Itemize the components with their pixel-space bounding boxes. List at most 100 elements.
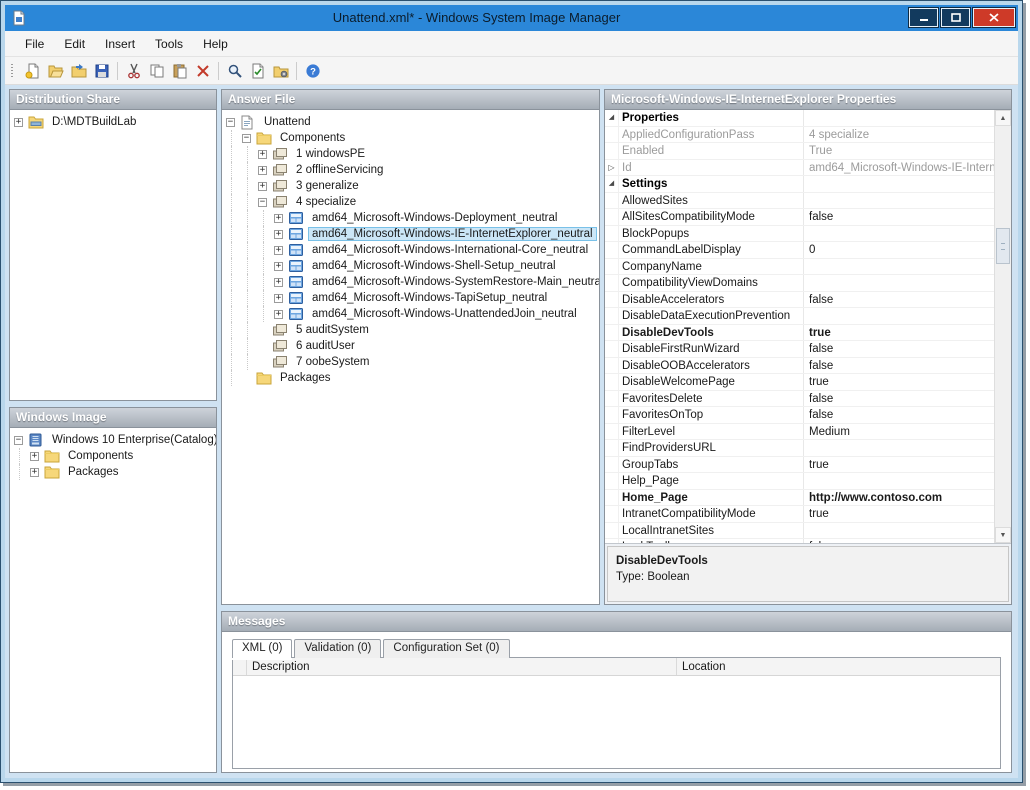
menu-item-edit[interactable]: Edit — [54, 33, 95, 55]
properties-scrollbar[interactable]: ▲ ▼ — [994, 110, 1011, 543]
new-icon[interactable] — [21, 59, 44, 82]
tree-item-packages[interactable]: +Packages — [12, 464, 214, 480]
property-row-home-page[interactable]: Home_Pagehttp://www.contoso.com — [605, 490, 994, 507]
delete-icon[interactable] — [191, 59, 214, 82]
tree-item-packages[interactable]: Packages — [224, 370, 597, 386]
toolbar-grip-handle[interactable] — [11, 64, 13, 77]
tree-item-amd64-microsoft-windows-shell-setup-neutra[interactable]: +amd64_Microsoft-Windows-Shell-Setup_neu… — [224, 258, 597, 274]
menu-item-file[interactable]: File — [15, 33, 54, 55]
property-row-appliedconfigurationpass[interactable]: AppliedConfigurationPass4 specialize — [605, 127, 994, 144]
collapse-minus-icon[interactable]: − — [14, 436, 23, 445]
validate-icon[interactable] — [246, 59, 269, 82]
expand-plus-icon[interactable]: + — [258, 166, 267, 175]
column-header-description[interactable]: Description — [247, 658, 677, 675]
collapse-minus-icon[interactable]: − — [242, 134, 251, 143]
property-row-enabled[interactable]: EnabledTrue — [605, 143, 994, 160]
tree-item-4-specialize[interactable]: −4 specialize — [224, 194, 597, 210]
tab-configuration-set-0[interactable]: Configuration Set (0) — [383, 639, 509, 658]
cut-icon[interactable] — [122, 59, 145, 82]
expand-plus-icon[interactable]: + — [274, 262, 283, 271]
property-row-allowedsites[interactable]: AllowedSites — [605, 193, 994, 210]
tree-item-2-offlineservicing[interactable]: +2 offlineServicing — [224, 162, 597, 178]
maximize-button[interactable] — [941, 8, 970, 27]
property-row-disableoobaccelerators[interactable]: DisableOOBAcceleratorsfalse — [605, 358, 994, 375]
property-row-filterlevel[interactable]: FilterLevelMedium — [605, 424, 994, 441]
expand-arrow-icon[interactable]: ▷ — [605, 160, 619, 176]
property-row-disabledevtools[interactable]: DisableDevToolstrue — [605, 325, 994, 342]
column-header-location[interactable]: Location — [677, 658, 1000, 675]
property-row-allsitescompatibilitymode[interactable]: AllSitesCompatibilityModefalse — [605, 209, 994, 226]
tree-item-amd64-microsoft-windows-deployment-neutral[interactable]: +amd64_Microsoft-Windows-Deployment_neut… — [224, 210, 597, 226]
scroll-down-icon[interactable]: ▼ — [995, 527, 1011, 543]
property-value: true — [804, 457, 994, 473]
tree-item-d-mdtbuildlab[interactable]: +D:\MDTBuildLab — [12, 114, 214, 130]
expand-plus-icon[interactable]: + — [274, 230, 283, 239]
tree-item-amd64-microsoft-windows-unattendedjoin-neu[interactable]: +amd64_Microsoft-Windows-UnattendedJoin_… — [224, 306, 597, 322]
tree-item-amd64-microsoft-windows-systemrestore-main[interactable]: +amd64_Microsoft-Windows-SystemRestore-M… — [224, 274, 597, 290]
minimize-button[interactable] — [909, 8, 938, 27]
find-icon[interactable] — [223, 59, 246, 82]
property-row-disableaccelerators[interactable]: DisableAcceleratorsfalse — [605, 292, 994, 309]
paste-icon[interactable] — [168, 59, 191, 82]
tree-item-7-oobesystem[interactable]: 7 oobeSystem — [224, 354, 597, 370]
expand-plus-icon[interactable]: + — [274, 214, 283, 223]
expand-plus-icon[interactable]: + — [274, 246, 283, 255]
expand-plus-icon[interactable]: + — [274, 310, 283, 319]
expand-plus-icon[interactable]: + — [274, 294, 283, 303]
tree-item-amd64-microsoft-windows-ie-internetexplore[interactable]: +amd64_Microsoft-Windows-IE-InternetExpl… — [224, 226, 597, 242]
property-section-settings[interactable]: ◢Settings — [605, 176, 994, 193]
menu-item-help[interactable]: Help — [193, 33, 238, 55]
expand-plus-icon[interactable]: + — [258, 150, 267, 159]
menu-item-insert[interactable]: Insert — [95, 33, 145, 55]
open-share-icon[interactable] — [67, 59, 90, 82]
property-row-favoritesontop[interactable]: FavoritesOnTopfalse — [605, 407, 994, 424]
collapse-minus-icon[interactable]: − — [258, 198, 267, 207]
menu-item-tools[interactable]: Tools — [145, 33, 193, 55]
tree-item-unattend[interactable]: −Unattend — [224, 114, 597, 130]
property-row-help-page[interactable]: Help_Page — [605, 473, 994, 490]
property-row-companyname[interactable]: CompanyName — [605, 259, 994, 276]
tree-item-components[interactable]: −Components — [224, 130, 597, 146]
tree-item-components[interactable]: +Components — [12, 448, 214, 464]
property-row-favoritesdelete[interactable]: FavoritesDeletefalse — [605, 391, 994, 408]
property-row-compatibilityviewdomains[interactable]: CompatibilityViewDomains — [605, 275, 994, 292]
scroll-up-icon[interactable]: ▲ — [995, 110, 1011, 126]
save-icon[interactable] — [90, 59, 113, 82]
collapse-minus-icon[interactable]: − — [226, 118, 235, 127]
tree-item-windows-10-enterprise-catalog[interactable]: −Windows 10 Enterprise(Catalog) — [12, 432, 214, 448]
section-expanded-icon[interactable]: ◢ — [605, 176, 619, 192]
expand-plus-icon[interactable]: + — [14, 118, 23, 127]
property-row-localintranetsites[interactable]: LocalIntranetSites — [605, 523, 994, 540]
tree-item-5-auditsystem[interactable]: 5 auditSystem — [224, 322, 597, 338]
tree-item-amd64-microsoft-windows-international-core[interactable]: +amd64_Microsoft-Windows-International-C… — [224, 242, 597, 258]
expand-plus-icon[interactable]: + — [258, 182, 267, 191]
property-row-locktoolbars[interactable]: LockToolbarsfalse — [605, 539, 994, 544]
tab-xml-0[interactable]: XML (0) — [232, 639, 292, 658]
section-expanded-icon[interactable]: ◢ — [605, 110, 619, 126]
open-icon[interactable] — [44, 59, 67, 82]
property-row-id[interactable]: ▷Idamd64_Microsoft-Windows-IE-InternetEx — [605, 160, 994, 177]
title-bar[interactable]: Unattend.xml* - Windows System Image Man… — [5, 5, 1018, 31]
tree-item-6-audituser[interactable]: 6 auditUser — [224, 338, 597, 354]
tree-item-amd64-microsoft-windows-tapisetup-neutral[interactable]: +amd64_Microsoft-Windows-TapiSetup_neutr… — [224, 290, 597, 306]
property-row-findprovidersurl[interactable]: FindProvidersURL — [605, 440, 994, 457]
property-row-grouptabs[interactable]: GroupTabstrue — [605, 457, 994, 474]
create-config-icon[interactable] — [269, 59, 292, 82]
property-row-blockpopups[interactable]: BlockPopups — [605, 226, 994, 243]
property-row-disabledataexecutionprevention[interactable]: DisableDataExecutionPrevention — [605, 308, 994, 325]
property-row-disablefirstrunwizard[interactable]: DisableFirstRunWizardfalse — [605, 341, 994, 358]
property-section-properties[interactable]: ◢Properties — [605, 110, 994, 127]
expand-plus-icon[interactable]: + — [274, 278, 283, 287]
expand-plus-icon[interactable]: + — [30, 452, 39, 461]
help-icon[interactable]: ? — [301, 59, 324, 82]
copy-icon[interactable] — [145, 59, 168, 82]
property-row-intranetcompatibilitymode[interactable]: IntranetCompatibilityModetrue — [605, 506, 994, 523]
close-button[interactable] — [973, 8, 1015, 27]
scrollbar-thumb[interactable] — [996, 228, 1010, 264]
tab-validation-0[interactable]: Validation (0) — [294, 639, 381, 658]
tree-item-3-generalize[interactable]: +3 generalize — [224, 178, 597, 194]
property-row-commandlabeldisplay[interactable]: CommandLabelDisplay0 — [605, 242, 994, 259]
property-row-disablewelcomepage[interactable]: DisableWelcomePagetrue — [605, 374, 994, 391]
tree-item-1-windowspe[interactable]: +1 windowsPE — [224, 146, 597, 162]
expand-plus-icon[interactable]: + — [30, 468, 39, 477]
